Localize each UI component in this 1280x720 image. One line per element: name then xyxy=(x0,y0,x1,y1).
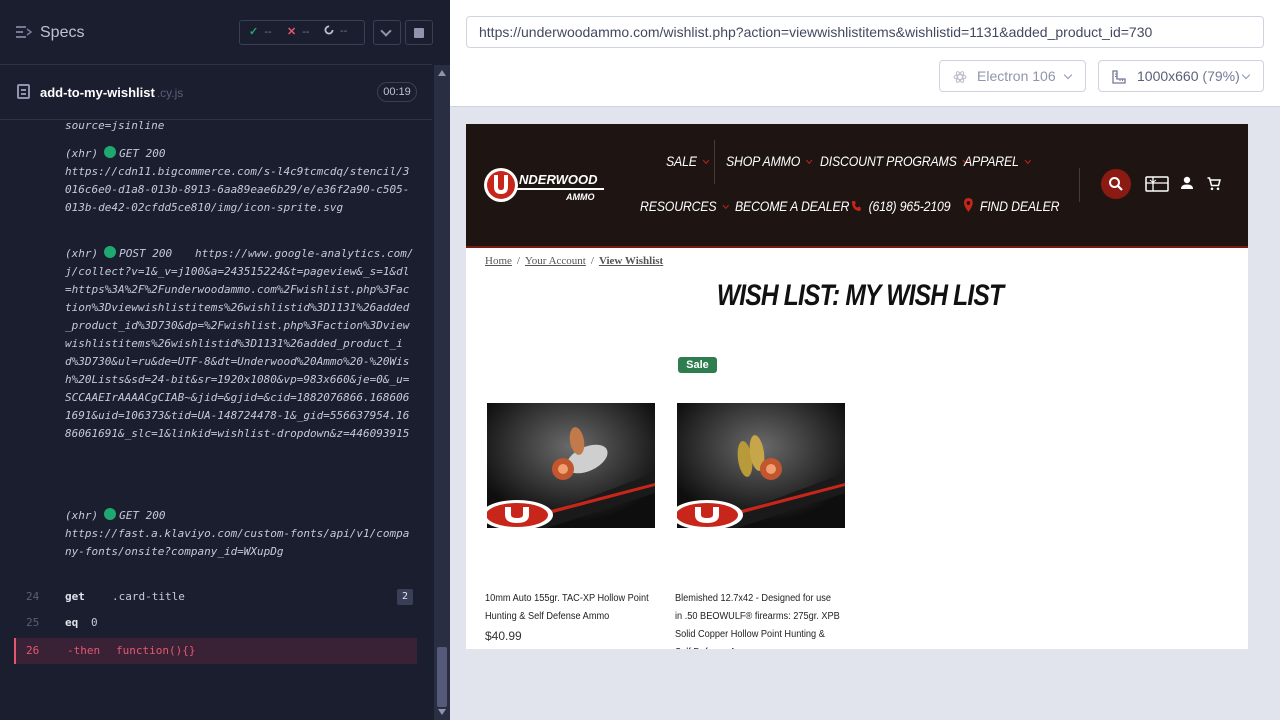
xhr-url-3: https://fast.a.klaviyo.com/custom-fonts/… xyxy=(65,527,410,558)
url-bar[interactable]: https://underwoodammo.com/wishlist.php?a… xyxy=(466,16,1264,48)
scroll-down-icon[interactable] xyxy=(438,709,446,715)
logo-sub: AMMO xyxy=(565,192,595,202)
failed-stat: ✕ -- xyxy=(287,26,310,38)
command-row-eq[interactable]: 25 eq 0 xyxy=(14,610,417,636)
viewport-selector[interactable]: 1000x660 (79%) xyxy=(1098,60,1264,92)
product-image[interactable] xyxy=(677,403,845,528)
logo-wordmark: NDERWOOD xyxy=(519,172,598,187)
passed-stat: ✓ -- xyxy=(249,26,272,38)
browser-selector[interactable]: Electron 106 xyxy=(939,60,1086,92)
spinner-icon xyxy=(324,25,334,35)
spec-duration: 00:19 xyxy=(377,82,417,102)
chevron-down-icon xyxy=(1241,70,1251,80)
status-dot-icon xyxy=(104,508,117,520)
search-button[interactable] xyxy=(1101,169,1131,199)
xhr-url-1: https://cdn11.bigcommerce.com/s-l4c9tcmc… xyxy=(65,165,410,214)
command-row-get[interactable]: 24 get .card-title 2 xyxy=(14,584,417,610)
stop-icon xyxy=(414,28,424,38)
expand-collapse-button[interactable] xyxy=(373,20,401,45)
log-fragment: source=jsinline xyxy=(65,120,165,132)
map-pin-icon xyxy=(964,198,973,212)
command-row-then-failed[interactable]: 26 -then function(){} xyxy=(14,638,417,664)
search-icon xyxy=(1109,177,1123,191)
chevron-down-icon xyxy=(1024,156,1032,165)
element-count-badge: 2 xyxy=(397,589,413,605)
document-icon xyxy=(17,84,30,99)
chevron-down-icon xyxy=(806,156,813,165)
nav-divider xyxy=(1079,168,1080,202)
chevron-down-icon xyxy=(1063,70,1073,80)
nav-become-dealer[interactable]: BECOME A DEALER xyxy=(735,198,849,214)
command-log: source=jsinline (xhr) GET 200 https://cdn… xyxy=(0,120,432,720)
nav-find-dealer[interactable]: FIND DEALER xyxy=(964,198,1060,214)
page-title: WISH LIST: MY WISH LIST xyxy=(716,279,1004,312)
nav-shop-ammo[interactable]: SHOP AMMO xyxy=(726,153,813,169)
test-stats: ✓ -- ✕ -- -- xyxy=(239,20,365,45)
breadcrumb-current[interactable]: View Wishlist xyxy=(599,255,663,267)
site-header: NDERWOOD AMMO SALE SHOP AMMO DISCOUNT PR… xyxy=(466,124,1248,248)
card-title[interactable]: Blemished 12.7x42 - Designed for use in … xyxy=(675,590,841,649)
ruler-icon xyxy=(1112,70,1126,84)
reporter-scrollbar[interactable] xyxy=(434,65,450,720)
spec-file-name[interactable]: add-to-my-wishlist .cy.js xyxy=(40,85,183,100)
xhr-entry-1[interactable]: (xhr) GET 200 xyxy=(65,145,165,163)
pending-stat: -- xyxy=(324,25,347,37)
sale-badge: Sale xyxy=(678,357,717,373)
breadcrumb-home[interactable]: Home xyxy=(485,255,512,267)
nav-divider xyxy=(714,140,715,184)
underwood-logo[interactable]: NDERWOOD AMMO xyxy=(482,166,612,206)
specs-list-icon[interactable] xyxy=(16,25,32,39)
phone-icon xyxy=(851,201,861,211)
app-under-test-panel: https://underwoodammo.com/wishlist.php?a… xyxy=(450,0,1280,720)
aut-iframe: NDERWOOD AMMO SALE SHOP AMMO DISCOUNT PR… xyxy=(466,124,1248,649)
electron-icon xyxy=(953,71,967,83)
stop-button[interactable] xyxy=(405,20,433,45)
card-price: $40.99 xyxy=(485,629,522,643)
nav-phone[interactable]: (618) 965-2109 xyxy=(851,198,951,214)
spec-title-row: add-to-my-wishlist .cy.js 00:19 xyxy=(0,65,432,120)
product-image[interactable] xyxy=(487,403,655,528)
card-title[interactable]: 10mm Auto 155gr. TAC-XP Hollow Point Hun… xyxy=(485,590,651,626)
cypress-reporter: Specs ✓ -- ✕ -- -- add-to-my-wishlist .cy.j… xyxy=(0,0,450,720)
cart-icon[interactable] xyxy=(1207,177,1221,191)
nav-resources[interactable]: RESOURCES xyxy=(640,198,729,214)
chevron-down-icon xyxy=(722,201,729,210)
scroll-up-icon[interactable] xyxy=(438,70,446,76)
nav-apparel[interactable]: APPAREL xyxy=(964,153,1032,169)
account-icon[interactable] xyxy=(1180,176,1194,190)
xhr-entry-3[interactable]: (xhr) GET 200 xyxy=(65,507,165,525)
x-icon: ✕ xyxy=(287,26,297,38)
xhr-url-2: https://www.google-analytics.com/j/colle… xyxy=(65,247,414,440)
scroll-thumb[interactable] xyxy=(437,647,447,707)
chevron-down-icon xyxy=(380,25,392,37)
breadcrumb-account[interactable]: Your Account xyxy=(525,255,586,267)
status-dot-icon xyxy=(104,146,117,158)
nav-discount-programs[interactable]: DISCOUNT PROGRAMS xyxy=(820,153,969,169)
gift-card-icon[interactable] xyxy=(1145,176,1169,192)
viewport-size: 1000x660 (79%) xyxy=(1137,68,1240,84)
check-icon: ✓ xyxy=(249,26,259,38)
breadcrumb: Home / Your Account / View Wishlist xyxy=(485,255,664,267)
chevron-down-icon xyxy=(702,156,710,165)
aut-toolbar: https://underwoodammo.com/wishlist.php?a… xyxy=(450,0,1280,107)
reporter-header: Specs ✓ -- ✕ -- -- xyxy=(0,0,433,65)
specs-label[interactable]: Specs xyxy=(40,24,84,42)
nav-sale[interactable]: SALE xyxy=(666,153,710,169)
